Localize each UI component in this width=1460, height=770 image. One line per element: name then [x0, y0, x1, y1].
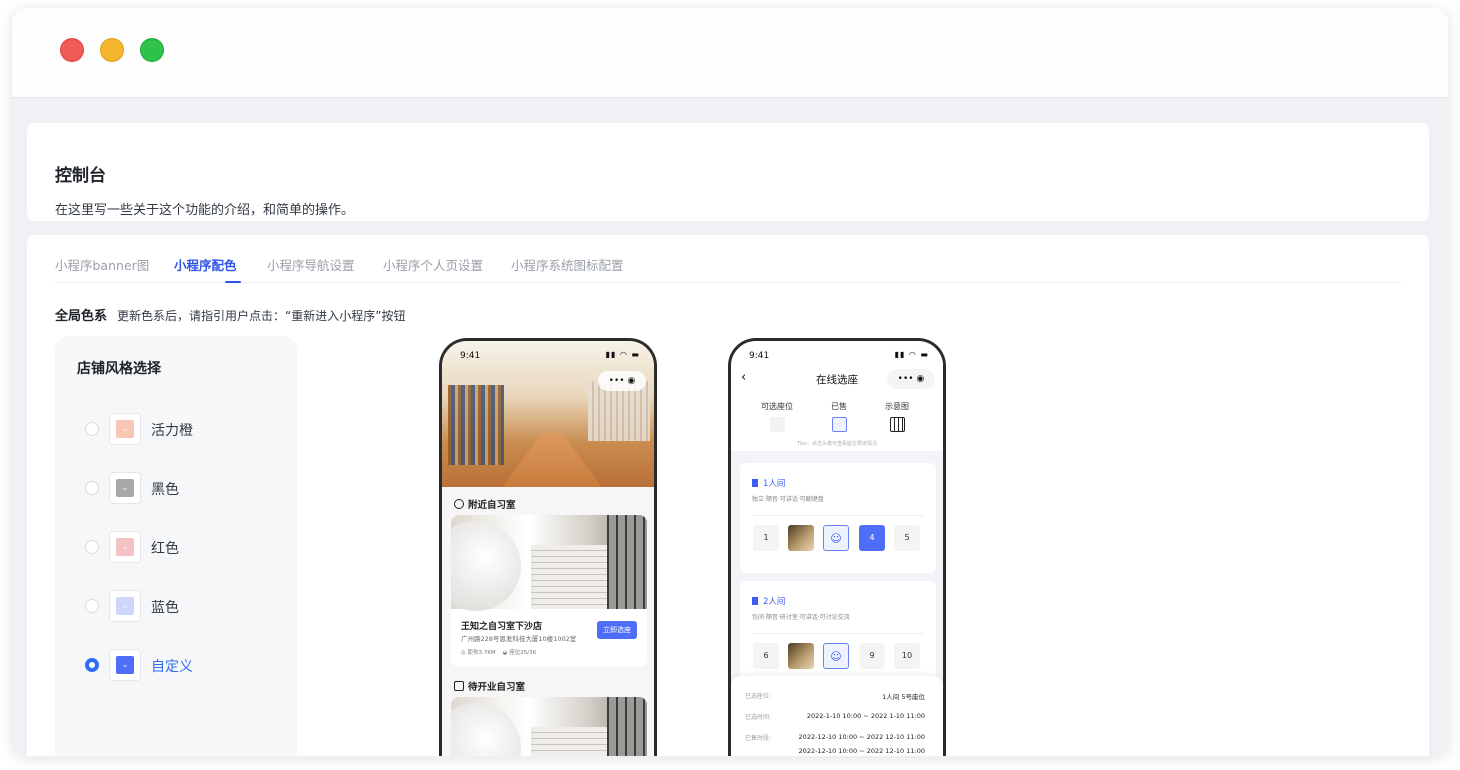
title-bar	[12, 8, 1448, 98]
legend-available: 可选座位	[757, 401, 797, 432]
tab-color-scheme[interactable]: 小程序配色	[174, 255, 237, 274]
chevron-down-icon: ⌄	[116, 597, 134, 615]
info-label: 已售时段:	[745, 735, 772, 742]
legend-sold: 已售	[819, 401, 859, 432]
tab-profile-page[interactable]: 小程序个人页设置	[383, 255, 483, 274]
radio-button[interactable]	[85, 481, 99, 495]
section-title: 全局色系	[55, 309, 108, 324]
store-address: 广州路228号恩发科技大厦10楼1002室	[461, 635, 577, 643]
info-label: 已选座位:	[745, 693, 772, 700]
nearby-section-title: 附近自习室	[454, 497, 516, 511]
radio-button-selected[interactable]	[85, 658, 99, 672]
maximize-window-button[interactable]	[140, 38, 164, 62]
style-option-blue[interactable]: ⌄ 蓝色	[85, 590, 265, 622]
home-icon	[454, 681, 464, 691]
library-photo	[442, 341, 654, 487]
tips-text: Tips：点击头像可查看座位预定情况	[796, 441, 878, 447]
option-label: 蓝色	[151, 600, 179, 616]
chevron-down-icon: ⌄	[116, 420, 134, 438]
available-seat-icon	[769, 417, 785, 432]
radio-button[interactable]	[85, 422, 99, 436]
active-tab-indicator	[225, 281, 241, 283]
status-time: 9:41	[460, 351, 481, 361]
seat-selected[interactable]: 4	[859, 525, 885, 551]
store-card[interactable]: 王知之自习室下沙店 广州路228号恩发科技大厦10楼1002室 ◎ 距你3.7K…	[451, 515, 647, 667]
app-window: 控制台 在这里写一些关于这个功能的介绍，和简单的操作。 小程序banner图 小…	[12, 8, 1448, 756]
seat[interactable]: 1	[753, 525, 779, 551]
page-description: 在这里写一些关于这个功能的介绍，和简单的操作。	[55, 203, 355, 218]
door-icon	[752, 597, 758, 605]
door-icon	[752, 479, 758, 487]
radio-button[interactable]	[85, 599, 99, 613]
seat-sold-avatar[interactable]: ☺	[823, 525, 849, 551]
section-note: 更新色系后，请指引用户点击：“重新进入小程序”按钮	[117, 309, 406, 323]
style-option-orange[interactable]: ⌄ 活力橙	[85, 413, 265, 445]
close-window-button[interactable]	[60, 38, 84, 62]
room-subtitle: 独立·隔音·可讲话·可翻键盘	[752, 496, 824, 503]
seat-preview-phone: 9:41 ▮▮ ◠ ▬ ‹ 在线选座 ••• ◉ 可选座位 已售 示意图 Tip…	[728, 338, 946, 756]
store-photo	[451, 515, 647, 611]
info-value: 1人间 5号座位	[882, 693, 925, 701]
sold-seat-icon	[831, 417, 847, 432]
color-swatch: ⌄	[109, 590, 141, 622]
room-title: 2人间	[752, 595, 785, 607]
option-label: 黑色	[151, 482, 179, 498]
status-icons: ▮▮ ◠ ▬	[894, 350, 929, 359]
color-swatch[interactable]: ⌄	[109, 649, 141, 681]
style-option-black[interactable]: ⌄ 黑色	[85, 472, 265, 504]
status-time: 9:41	[749, 351, 770, 361]
mini-program-capsule[interactable]: ••• ◉	[598, 371, 646, 391]
room-card-single: 1人间 独立·隔音·可讲话·可翻键盘 1 ☺ 4 5	[740, 463, 936, 573]
section-header: 全局色系 更新色系后，请指引用户点击：“重新进入小程序”按钮	[55, 305, 405, 324]
status-icons: ▮▮ ◠ ▬	[605, 350, 640, 359]
room-card-double: 2人间 包间·隔音·研讨室·可讲话·可讨论交流 6 ☺ 9 10	[740, 581, 936, 681]
info-value: 2022-12-10 10:00 ~ 2022 12-10 11:00	[798, 747, 925, 755]
tab-bar: 小程序banner图 小程序配色 小程序导航设置 小程序个人页设置 小程序系统图…	[55, 249, 1401, 283]
selection-info-panel: 已选座位: 1人间 5号座位 已选时间: 2022-1-10 10:00 ~ 2…	[731, 676, 943, 756]
option-label: 自定义	[151, 659, 193, 675]
seat[interactable]: 6	[753, 643, 779, 669]
style-option-red[interactable]: ⌄ 红色	[85, 531, 265, 563]
upcoming-section-title: 待开业自习室	[454, 679, 525, 693]
minimize-window-button[interactable]	[100, 38, 124, 62]
store-name: 王知之自习室下沙店	[461, 622, 543, 632]
option-label: 活力橙	[151, 423, 193, 439]
color-swatch: ⌄	[109, 472, 141, 504]
tab-banner[interactable]: 小程序banner图	[55, 255, 149, 274]
info-value: 2022-1-10 10:00 ~ 2022 1-10 11:00	[806, 712, 925, 720]
panel-title: 店铺风格选择	[77, 361, 161, 377]
chevron-down-icon: ⌄	[116, 656, 134, 674]
tab-system-icons[interactable]: 小程序系统图标配置	[511, 255, 624, 274]
room-title: 1人间	[752, 477, 785, 489]
color-swatch: ⌄	[109, 531, 141, 563]
legend-layout: 示意图	[877, 401, 917, 432]
select-seat-button[interactable]: 立即选座	[597, 621, 637, 639]
color-swatch: ⌄	[109, 413, 141, 445]
chevron-down-icon: ⌄	[116, 479, 134, 497]
location-icon	[454, 499, 464, 509]
store-meta: ◎ 距你3.7KM ◒ 座位25/36	[461, 650, 537, 656]
seat-sold-photo[interactable]	[788, 643, 814, 669]
info-value: 2022-12-10 10:00 ~ 2022 12-10 11:00	[798, 733, 925, 741]
mini-program-capsule[interactable]: ••• ◉	[887, 369, 935, 389]
radio-button[interactable]	[85, 540, 99, 554]
chevron-down-icon: ⌄	[116, 538, 134, 556]
info-label: 已选时间:	[745, 714, 772, 721]
seat[interactable]: 10	[894, 643, 920, 669]
option-label: 红色	[151, 541, 179, 557]
seat[interactable]: 9	[859, 643, 885, 669]
home-preview-phone: 9:41 ▮▮ ◠ ▬ ••• ◉ 附近自习室 王知之自习室下沙店 广州路228…	[439, 338, 657, 756]
upcoming-store-photo	[451, 697, 647, 756]
seat-sold-avatar[interactable]: ☺	[823, 643, 849, 669]
style-option-custom[interactable]: ⌄ 自定义	[85, 649, 265, 681]
header-card: 控制台 在这里写一些关于这个功能的介绍，和简单的操作。	[27, 123, 1429, 221]
seat[interactable]: 5	[894, 525, 920, 551]
style-panel: 店铺风格选择 ⌄ 活力橙 ⌄ 黑色 ⌄ 红色 ⌄ 蓝色 ⌄ 自定义	[55, 336, 297, 756]
room-subtitle: 包间·隔音·研讨室·可讲话·可讨论交流	[752, 614, 850, 621]
grid-icon	[889, 417, 905, 432]
seat-sold-photo[interactable]	[788, 525, 814, 551]
page-title: 控制台	[55, 166, 106, 186]
tab-navigation[interactable]: 小程序导航设置	[267, 255, 355, 274]
